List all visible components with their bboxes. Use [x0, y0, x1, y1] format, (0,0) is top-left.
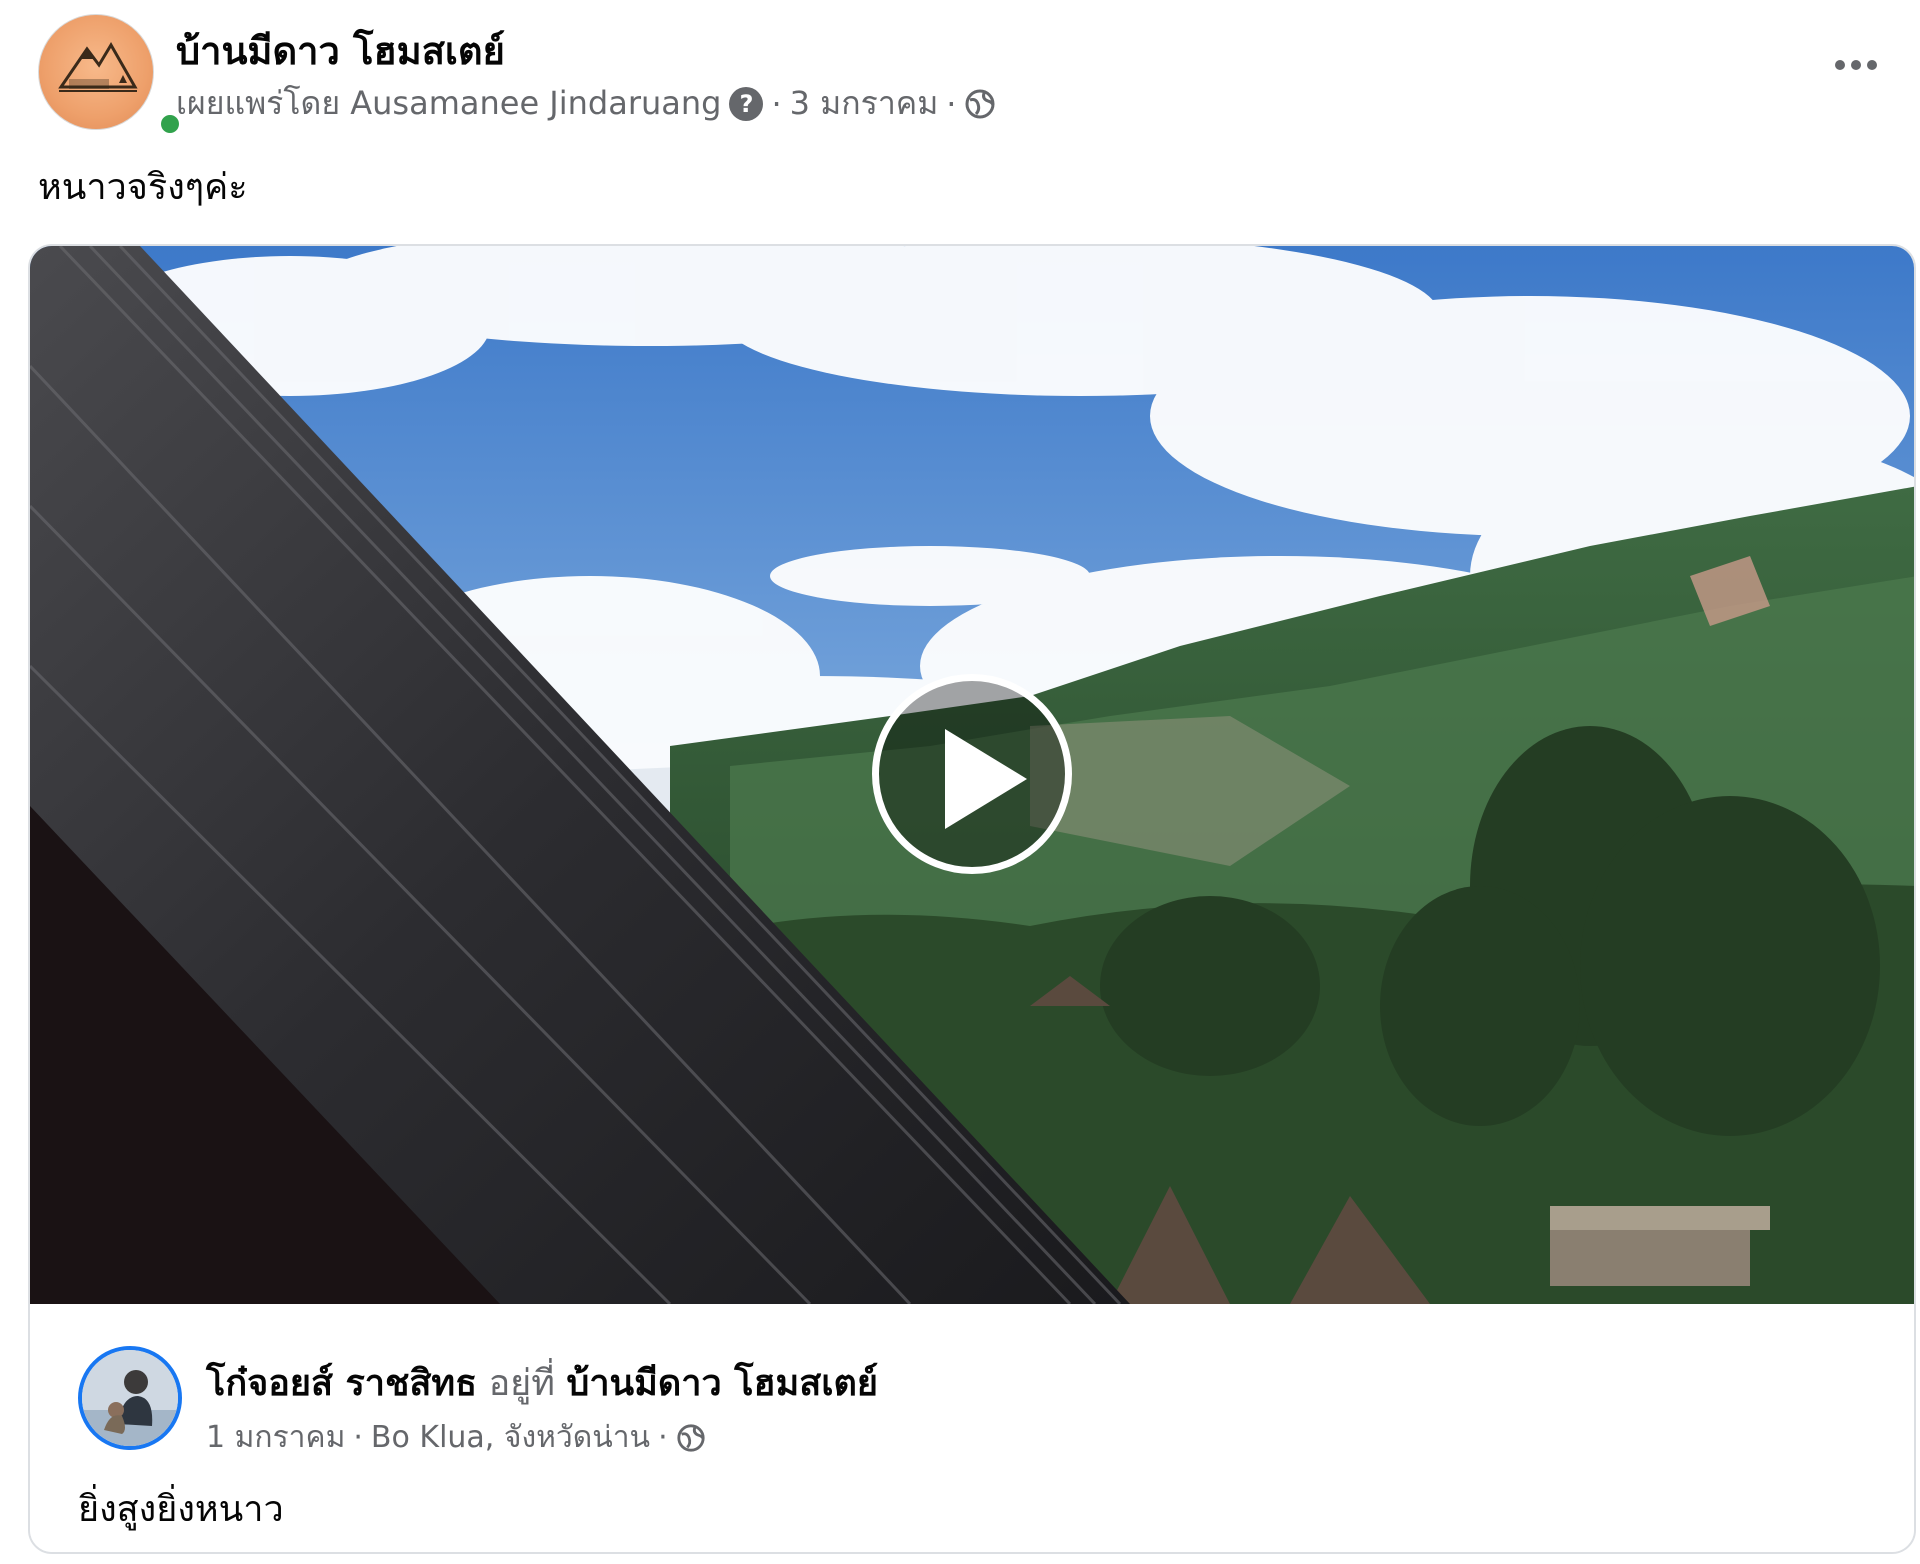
sharer-line: โก๋จอยส์ ราชสิทธ อยู่ที่ บ้านมีดาว โฮมสเ…: [206, 1354, 878, 1411]
meta-separator: ·: [771, 84, 782, 123]
shared-post-location[interactable]: Bo Klua, จังหวัดน่าน: [371, 1414, 650, 1461]
shared-post-card[interactable]: โก๋จอยส์ ราชสิทธ อยู่ที่ บ้านมีดาว โฮมสเ…: [28, 244, 1916, 1554]
shared-post-meta: 1 มกราคม · Bo Klua, จังหวัดน่าน ·: [206, 1414, 706, 1461]
play-icon: [945, 729, 1027, 829]
shared-post-footer: โก๋จอยส์ ราชสิทธ อยู่ที่ บ้านมีดาว โฮมสเ…: [30, 1304, 1914, 1552]
page-avatar[interactable]: [38, 14, 154, 130]
post-date[interactable]: 3 มกราคม: [790, 78, 939, 129]
facebook-post: บ้านมีดาว โฮมสเตย์ เผยแพร่โดย Ausamanee …: [0, 0, 1920, 1564]
page-logo-icon: [58, 42, 138, 92]
sharer-name[interactable]: โก๋จอยส์ ราชสิทธ: [206, 1363, 477, 1404]
published-by-text[interactable]: เผยแพร่โดย Ausamanee Jindaruang: [176, 78, 721, 129]
more-options-icon[interactable]: [1826, 40, 1886, 90]
globe-icon: [964, 88, 996, 120]
sharer-avatar[interactable]: [78, 1346, 182, 1450]
question-icon[interactable]: ?: [729, 86, 764, 121]
video-thumbnail[interactable]: [30, 246, 1914, 1304]
post-text: หนาวจริงๆค่ะ: [38, 167, 248, 208]
shared-post-date[interactable]: 1 มกราคม: [206, 1414, 345, 1461]
play-button[interactable]: [872, 674, 1072, 874]
at-word: อยู่ที่: [488, 1363, 556, 1404]
globe-icon: [676, 1423, 706, 1453]
meta-separator: ·: [353, 1420, 363, 1455]
page-name[interactable]: บ้านมีดาว โฮมสเตย์: [176, 20, 505, 81]
page-avatar-container[interactable]: [38, 14, 184, 138]
post-meta: เผยแพร่โดย Ausamanee Jindaruang ? · 3 มก…: [176, 78, 996, 129]
shared-post-text: ยิ่งสูงยิ่งหนาว: [78, 1489, 284, 1530]
meta-separator: ·: [658, 1420, 668, 1455]
checkin-place[interactable]: บ้านมีดาว โฮมสเตย์: [566, 1363, 878, 1404]
meta-separator: ·: [946, 84, 957, 123]
